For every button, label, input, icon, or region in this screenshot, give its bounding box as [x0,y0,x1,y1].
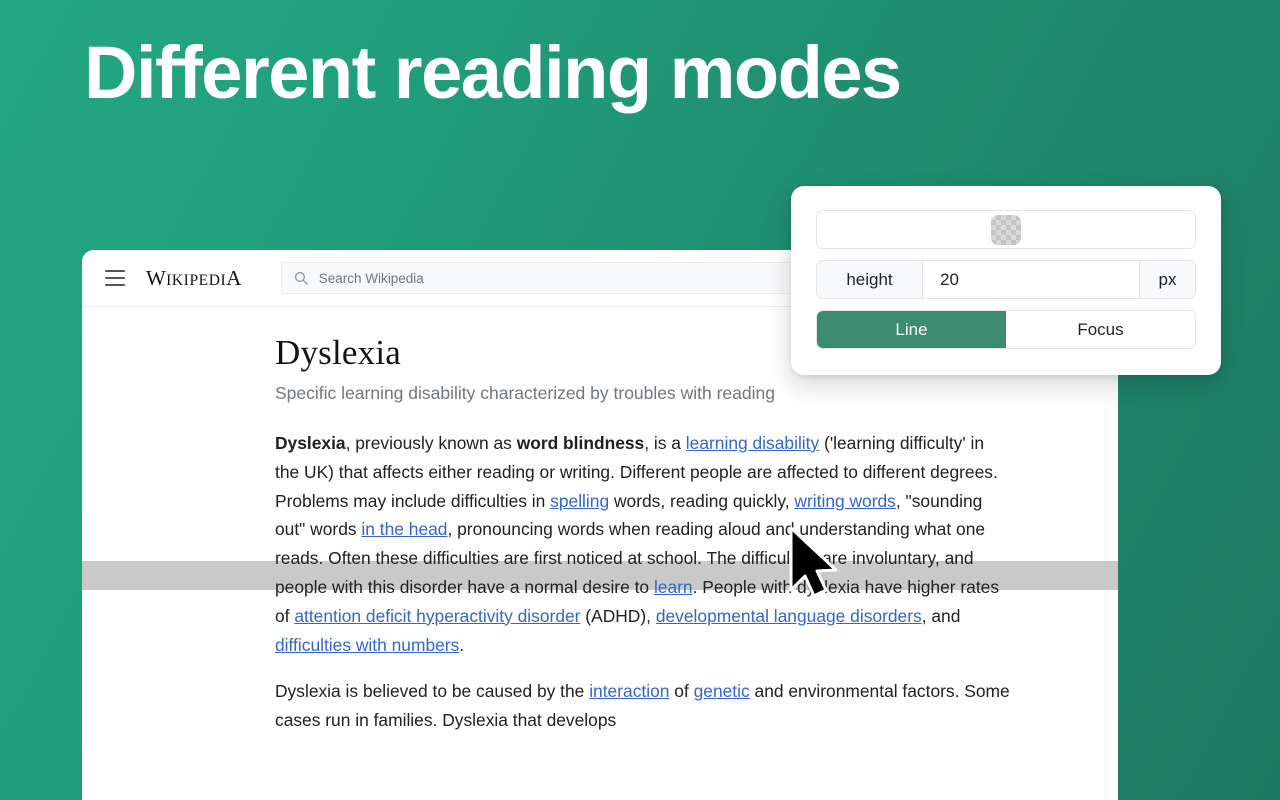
height-value-input[interactable]: 20 [923,261,1139,298]
mode-button-focus[interactable]: Focus [1006,311,1195,348]
page-headline: Different reading modes [84,31,902,114]
link-spelling[interactable]: spelling [550,491,609,511]
text-seg10: (ADHD), [580,605,656,626]
color-picker-row[interactable] [816,210,1196,249]
term-word-blindness: word blindness [516,433,645,453]
article-paragraph-2: Dyslexia is believed to be caused by the… [275,677,1013,735]
p2-text-seg2: of [669,681,694,702]
text-seg12: . [459,634,465,655]
link-difficulties-with-numbers[interactable]: difficulties with numbers [275,635,459,655]
height-field-label: height [817,261,923,298]
mode-button-line[interactable]: Line [817,311,1006,348]
search-placeholder: Search Wikipedia [318,270,424,286]
mode-toggle-row: Line Focus [816,310,1196,349]
hamburger-menu-icon[interactable] [105,270,125,286]
wordmark-small: IKIPEDI [166,271,227,289]
wordmark-cap-end: A [226,265,242,290]
link-adhd[interactable]: attention deficit hyperactivity disorder [294,606,580,626]
link-learn[interactable]: learn [654,577,693,597]
link-in-the-head[interactable]: in the head [361,519,447,539]
text-seg6: words, reading quickly, [609,490,795,511]
link-writing-words[interactable]: writing words [794,491,895,511]
link-genetic[interactable]: genetic [694,681,750,701]
height-field-row: height 20 px [816,260,1196,299]
term-dyslexia: Dyslexia [275,433,346,453]
link-developmental-language-disorders[interactable]: developmental language disorders [656,606,922,626]
reading-mode-settings-panel: height 20 px Line Focus [791,186,1221,375]
transparent-color-swatch-icon[interactable] [991,214,1021,245]
article-paragraph-1: Dyslexia, previously known as word blind… [275,429,1013,659]
p2-text-seg1: Dyslexia is believed to be caused by the [275,681,590,702]
wikipedia-wordmark[interactable]: WIKIPEDIA [146,266,242,291]
article-subtitle: Specific learning disability characteriz… [275,383,775,404]
text-seg2: , previously known as [345,433,517,453]
link-interaction[interactable]: interaction [589,681,669,701]
wordmark-cap: W [146,265,167,290]
link-learning-disability[interactable]: learning disability [686,433,819,453]
text-seg11: , and [921,605,961,626]
search-icon [294,271,308,285]
text-seg4: , is a [644,433,686,453]
height-unit-label: px [1139,261,1195,298]
